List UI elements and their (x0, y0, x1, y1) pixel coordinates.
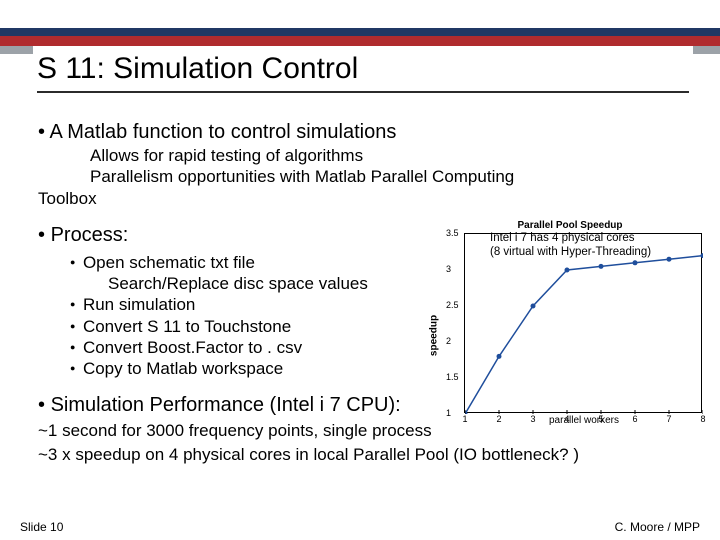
xtick: 3 (523, 414, 543, 424)
slide-title: S 11: Simulation Control (37, 52, 689, 93)
bullet-sub-rapid-testing: Allows for rapid testing of algorithms (90, 145, 686, 166)
chart-plot-area: 12345678 (464, 233, 702, 413)
xtick: 4 (557, 414, 577, 424)
ytick: 1 (446, 408, 451, 418)
chart-line (465, 234, 703, 414)
xtick: 1 (455, 414, 475, 424)
footer: Slide 10 C. Moore / MPP (20, 520, 700, 534)
bullet-sub-parallelism: Parallelism opportunities with Matlab Pa… (90, 166, 686, 187)
chart-annotation-l1: Intel i 7 has 4 physical cores (490, 232, 634, 244)
chart-annotation: Intel i 7 has 4 physical cores (8 virtua… (490, 232, 710, 260)
title-container: S 11: Simulation Control (33, 46, 693, 95)
xtick: 7 (659, 414, 679, 424)
chart-ylabel: speedup (429, 315, 440, 356)
ytick: 2.5 (446, 300, 459, 310)
bullet-sub-parallelism-cont: Toolbox (38, 188, 686, 209)
bullet-matlab-function: A Matlab function to control simulations (38, 120, 686, 145)
xtick: 6 (625, 414, 645, 424)
xtick: 5 (591, 414, 611, 424)
ytick: 2 (446, 336, 451, 346)
ytick: 3 (446, 264, 451, 274)
xtick: 8 (693, 414, 713, 424)
ytick: 3.5 (446, 228, 459, 238)
ytick: 1.5 (446, 372, 459, 382)
xtick: 2 (489, 414, 509, 424)
perf-line-2: ~3 x speedup on 4 physical cores in loca… (38, 444, 686, 465)
chart-annotation-l2: (8 virtual with Hyper-Threading) (490, 246, 651, 258)
author-label: C. Moore / MPP (615, 520, 700, 534)
chart-title: Parallel Pool Speedup (436, 220, 704, 231)
slide-number: Slide 10 (20, 520, 63, 534)
